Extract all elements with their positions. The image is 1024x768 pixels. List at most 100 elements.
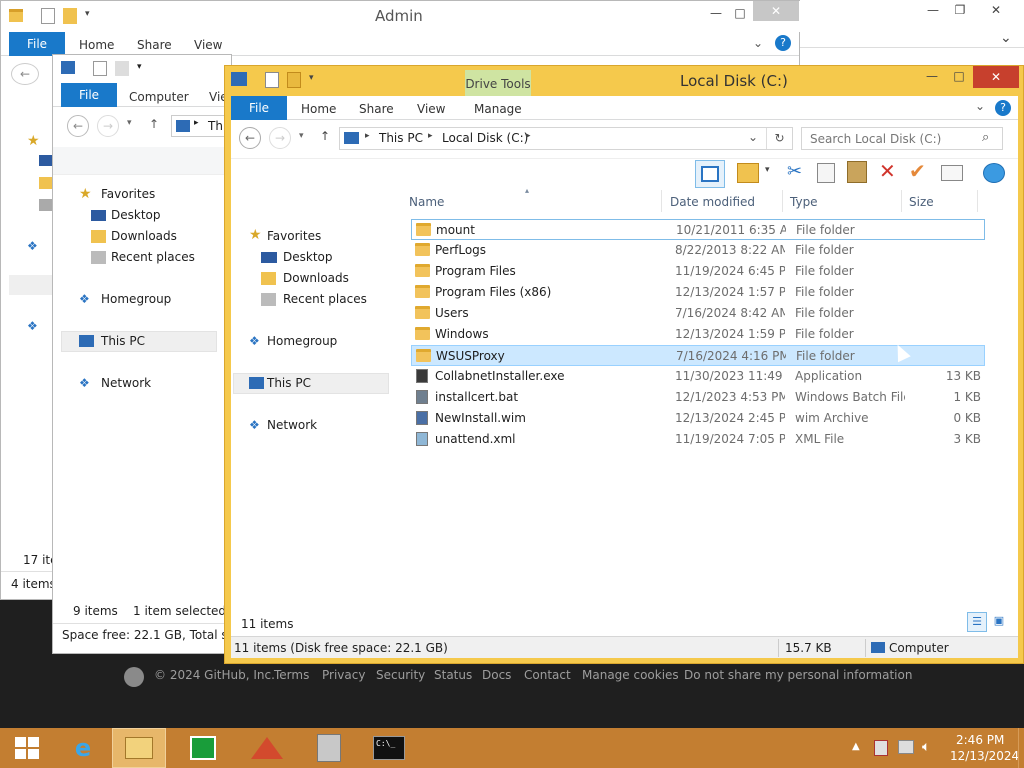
properties-icon[interactable] xyxy=(265,72,279,88)
show-desktop-button[interactable] xyxy=(1018,728,1024,768)
new-folder-icon[interactable] xyxy=(63,8,77,24)
footer-link-do-not-share[interactable]: Do not share my personal information xyxy=(684,668,912,682)
up-button[interactable]: ↑ xyxy=(320,129,330,143)
sidebar-favorites[interactable]: Favorites xyxy=(101,187,155,201)
table-row[interactable]: installcert.bat 12/1/2023 4:53 PM Windows … xyxy=(411,387,985,408)
command-prompt-icon[interactable]: C:\_ xyxy=(362,728,416,768)
search-box[interactable]: Search Local Disk (C:) ⌕ xyxy=(801,127,1003,150)
up-button[interactable]: ↑ xyxy=(149,117,159,131)
sidebar-desktop[interactable]: Desktop xyxy=(111,208,161,222)
tab-share[interactable]: Share xyxy=(137,38,172,52)
clock-date[interactable]: 12/13/2024 xyxy=(950,749,1019,763)
minimize-button[interactable]: — xyxy=(917,66,947,86)
customize-qat-icon[interactable]: ▾ xyxy=(309,73,314,83)
tab-view[interactable]: View xyxy=(194,38,222,52)
start-button[interactable] xyxy=(0,728,54,768)
search-icon[interactable]: ⌕ xyxy=(982,130,989,145)
delete-icon[interactable]: ✕ xyxy=(879,159,896,183)
tab-home[interactable]: Home xyxy=(79,38,114,52)
footer-link-status[interactable]: Status xyxy=(434,668,472,682)
table-row[interactable]: Windows 12/13/2024 1:59 PM File folder xyxy=(411,324,985,345)
back-button[interactable]: ← xyxy=(239,127,261,149)
paste-icon[interactable] xyxy=(847,161,867,183)
address-bar[interactable]: ▸ This PC ▸ Local Disk (C:) ▸ ⌄ ↻ xyxy=(339,127,793,150)
github-logo-icon[interactable] xyxy=(124,667,144,687)
forward-button[interactable]: → xyxy=(269,127,291,149)
tab-file[interactable]: File xyxy=(61,83,117,107)
table-row[interactable]: Program Files 11/19/2024 6:45 PM File fold… xyxy=(411,261,985,282)
help-icon[interactable]: ? xyxy=(775,35,791,51)
file-explorer-icon[interactable] xyxy=(112,728,166,768)
sidebar-desktop[interactable]: Desktop xyxy=(283,250,333,264)
sidebar-recent[interactable]: Recent places xyxy=(111,250,195,264)
customize-qat-icon[interactable]: ▾ xyxy=(137,62,142,72)
table-row[interactable]: Users 7/16/2024 8:42 AM File folder xyxy=(411,303,985,324)
footer-link-manage-cookies[interactable]: Manage cookies xyxy=(582,668,679,682)
app-icon[interactable] xyxy=(240,728,294,768)
column-name[interactable]: Name xyxy=(409,195,444,209)
footer-link-docs[interactable]: Docs xyxy=(482,668,511,682)
sidebar-network[interactable]: Network xyxy=(267,418,317,432)
footer-link-contact[interactable]: Contact xyxy=(524,668,571,682)
this-pc-selected[interactable] xyxy=(9,275,53,295)
store-icon[interactable] xyxy=(176,728,230,768)
maximize-button[interactable]: □ xyxy=(725,3,755,23)
maximize-button[interactable]: ❐ xyxy=(945,0,975,20)
sidebar-homegroup[interactable]: Homegroup xyxy=(267,334,337,348)
close-button[interactable]: ✕ xyxy=(973,66,1019,88)
customize-qat-icon[interactable]: ▾ xyxy=(85,9,90,19)
column-date[interactable]: Date modified xyxy=(670,195,755,209)
network-drive-icon[interactable] xyxy=(983,163,1005,183)
sidebar-homegroup[interactable]: Homegroup xyxy=(101,292,171,306)
recent-locations-icon[interactable]: ▾ xyxy=(127,118,132,128)
close-button[interactable]: ✕ xyxy=(972,0,1020,20)
properties-icon[interactable] xyxy=(41,8,55,24)
properties-icon[interactable] xyxy=(941,165,963,181)
internet-explorer-icon[interactable]: e xyxy=(56,728,110,768)
action-center-icon[interactable] xyxy=(874,740,888,756)
preview-pane-button[interactable] xyxy=(695,160,725,188)
table-row[interactable]: NewInstall.wim 12/13/2024 2:45 PM wim Arch… xyxy=(411,408,985,429)
tab-share[interactable]: Share xyxy=(359,102,394,116)
details-view-icon[interactable]: ☰ xyxy=(967,612,987,632)
refresh-icon[interactable]: ↻ xyxy=(766,128,792,149)
footer-link-terms[interactable]: Terms xyxy=(274,668,309,682)
copy-icon[interactable] xyxy=(817,163,835,183)
cut-icon[interactable]: ✂ xyxy=(787,161,802,182)
chevron-down-icon[interactable]: ⌄ xyxy=(1000,30,1012,46)
footer-link-privacy[interactable]: Privacy xyxy=(322,668,365,682)
network-tray-icon[interactable] xyxy=(898,740,914,754)
dropdown-icon[interactable]: ▾ xyxy=(765,165,770,175)
column-size[interactable]: Size xyxy=(909,195,934,209)
large-icons-view-icon[interactable]: ▣ xyxy=(991,614,1007,630)
table-row[interactable]: PerfLogs 8/22/2013 8:22 AM File folder xyxy=(411,240,985,261)
minimize-button[interactable]: — xyxy=(918,0,948,20)
sidebar-downloads[interactable]: Downloads xyxy=(283,271,349,285)
sidebar-recent[interactable]: Recent places xyxy=(283,292,367,306)
sidebar-network[interactable]: Network xyxy=(101,376,151,390)
tab-view[interactable]: View xyxy=(417,102,445,116)
forward-button[interactable]: → xyxy=(97,115,119,137)
maximize-button[interactable]: □ xyxy=(944,66,974,86)
breadcrumb-local-disk[interactable]: Local Disk (C:) xyxy=(442,131,528,145)
recent-locations-icon[interactable]: ▾ xyxy=(299,131,304,141)
address-dropdown-icon[interactable]: ⌄ xyxy=(748,130,758,144)
tab-file[interactable]: File xyxy=(9,32,65,56)
new-folder-icon[interactable] xyxy=(737,163,759,183)
clock-time[interactable]: 2:46 PM xyxy=(956,733,1004,747)
breadcrumb-this-pc[interactable]: This PC xyxy=(379,131,423,145)
tab-file[interactable]: File xyxy=(231,96,287,120)
help-icon[interactable]: ? xyxy=(995,100,1011,116)
new-folder-icon[interactable] xyxy=(287,72,301,88)
new-folder-icon[interactable] xyxy=(115,61,129,76)
close-button[interactable]: ✕ xyxy=(753,1,799,21)
footer-link-security[interactable]: Security xyxy=(376,668,425,682)
table-row[interactable]: mount 10/21/2011 6:35 AM File folder xyxy=(411,219,985,240)
rename-icon[interactable]: ✔ xyxy=(909,159,926,183)
table-row[interactable]: Program Files (x86) 12/13/2024 1:57 PM Fil… xyxy=(411,282,985,303)
table-row[interactable]: unattend.xml 11/19/2024 7:05 PM XML File 3 … xyxy=(411,429,985,450)
tab-computer[interactable]: Computer xyxy=(129,90,189,104)
show-hidden-icons[interactable]: ▲ xyxy=(852,741,860,752)
tab-manage[interactable]: Manage xyxy=(474,102,522,116)
volume-icon[interactable]: 🔈︎ xyxy=(922,739,930,755)
